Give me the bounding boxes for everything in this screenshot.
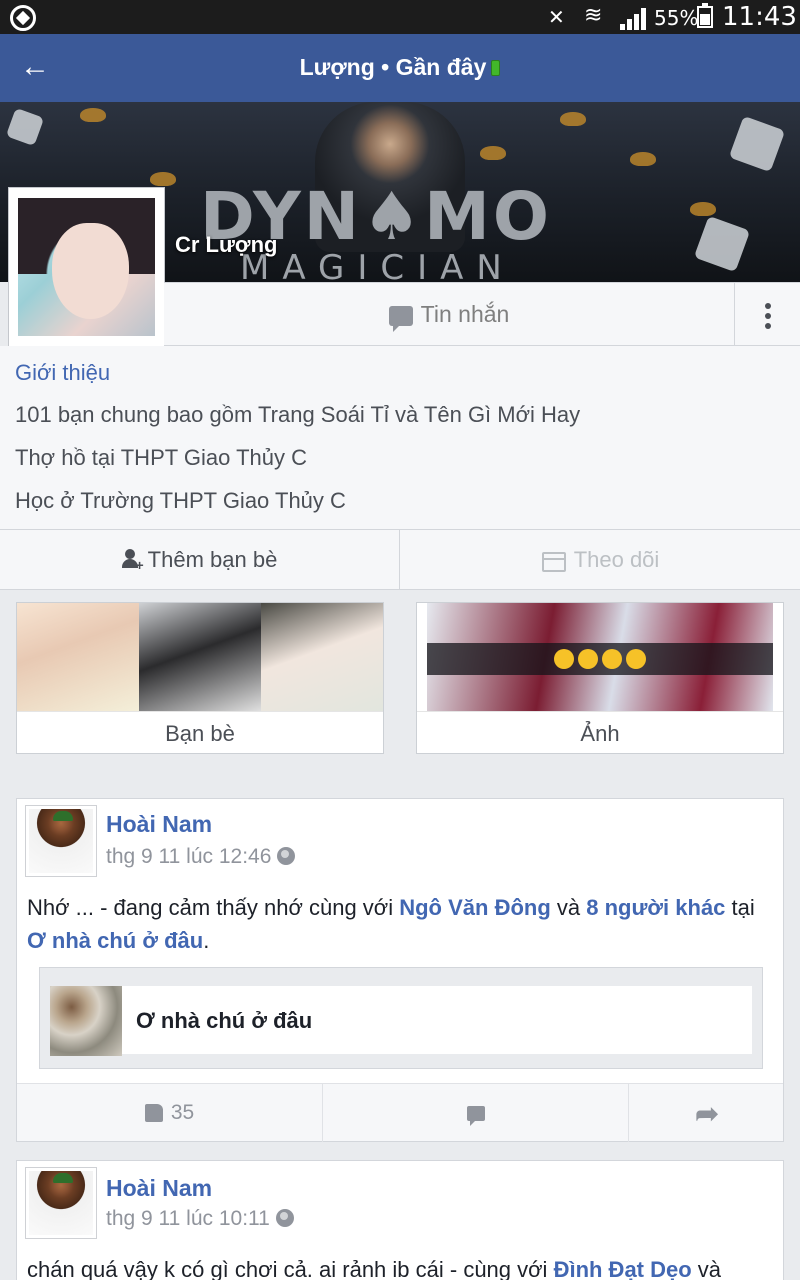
status-bar: ✕ ≋ 55% 11:43 [0, 0, 800, 34]
battery-icon [697, 3, 713, 28]
share-icon: ➦ [695, 1097, 719, 1129]
post-body: Nhớ ... - đang cảm thấy nhớ cùng với Ngô… [27, 891, 773, 957]
wifi-icon: ≋ [584, 3, 603, 28]
place-name: Ơ nhà chú ở đâu [136, 1008, 313, 1033]
post-timestamp[interactable]: thg 9 11 lúc 12:46 [106, 845, 296, 869]
add-friend-button[interactable]: + Thêm bạn bè [0, 530, 400, 589]
post-body: chán quá vậy k có gì chơi cả. ai rảnh ib… [27, 1253, 773, 1280]
dice-icon [728, 115, 786, 173]
online-status-icon [491, 60, 501, 76]
add-friend-icon: + [121, 548, 144, 572]
follow-label: Theo dõi [573, 546, 660, 572]
friends-thumbnails [17, 603, 383, 711]
like-button[interactable]: 35 [17, 1084, 323, 1142]
friends-card-label: Bạn bè [17, 711, 383, 755]
comment-icon [466, 1105, 485, 1126]
butterfly-icon [480, 146, 506, 160]
emoji-icon [554, 649, 574, 669]
profile-action-bar: Tin nhắn [164, 282, 800, 346]
more-options-button[interactable] [734, 283, 800, 345]
profile-picture[interactable] [8, 187, 165, 347]
nav-title-text: Lượng • Gần đây [299, 54, 487, 80]
intro-section: Giới thiệu 101 bạn chung bao gồm Trang S… [0, 346, 800, 530]
butterfly-icon [150, 172, 176, 186]
like-count: 35 [170, 1101, 195, 1124]
photo-thumbnail [427, 603, 773, 711]
place-card[interactable]: Ơ nhà chú ở đâu [39, 967, 763, 1069]
top-nav-bar: ← Lượng • Gần đây [0, 34, 800, 102]
post-action-bar: 35 ➦ [17, 1083, 785, 1142]
follow-icon [541, 551, 566, 572]
signal-icon [620, 8, 648, 30]
intro-title[interactable]: Giới thiệu [15, 360, 110, 386]
photos-thumbnails [417, 603, 783, 711]
profile-name: Cr Lượng [175, 232, 278, 257]
post-timestamp[interactable]: thg 9 11 lúc 10:11 [106, 1207, 294, 1231]
comment-button[interactable] [323, 1084, 629, 1142]
butterfly-icon [690, 202, 716, 216]
clock: 11:43 [722, 2, 797, 32]
post-author-avatar[interactable] [25, 1167, 97, 1239]
photos-card[interactable]: Ảnh [416, 602, 784, 754]
work-line: Thợ hồ tại THPT Giao Thủy C [15, 445, 307, 470]
post-text: Nhớ ... - đang cảm thấy nhớ cùng với [27, 895, 400, 920]
post-author-name[interactable]: Hoài Nam [106, 1175, 212, 1202]
follow-button[interactable]: Theo dõi [401, 530, 800, 589]
post-time: thg 9 11 lúc 10:11 [106, 1207, 270, 1230]
butterfly-icon [560, 112, 586, 126]
post-author-name[interactable]: Hoài Nam [106, 811, 212, 838]
friends-card[interactable]: Bạn bè [16, 602, 384, 754]
friend-thumbnail [139, 603, 261, 711]
message-label: Tin nhắn [420, 300, 510, 327]
tagged-person-link[interactable]: Đình Đạt Dẹo [554, 1257, 692, 1280]
feed-post: Hoài Nam thg 9 11 lúc 12:46 Nhớ ... - đa… [16, 798, 784, 1142]
friend-thumbnail [17, 603, 139, 711]
emoji-icon [626, 649, 646, 669]
emoji-icon [578, 649, 598, 669]
post-text: . [203, 928, 210, 953]
like-icon [144, 1104, 163, 1122]
mutual-friends-line[interactable]: 101 bạn chung bao gồm Trang Soái Tỉ và T… [15, 402, 580, 428]
mute-icon: ✕ [548, 5, 565, 29]
message-icon [388, 306, 413, 332]
nav-title: Lượng • Gần đây [0, 54, 800, 81]
photos-card-label: Ảnh [417, 711, 783, 755]
globe-icon [275, 1209, 294, 1227]
friend-thumbnail [261, 603, 383, 711]
tagged-person-link[interactable]: Ngô Văn Đông [399, 895, 551, 920]
place-thumbnail [50, 986, 122, 1056]
cover-logo-subtitle: MAGICIAN [240, 248, 515, 282]
tagged-others-link[interactable]: 8 người khác [586, 895, 725, 920]
emoji-icon [602, 649, 622, 669]
education-line: Học ở Trường THPT Giao Thủy C [15, 488, 346, 513]
post-author-avatar[interactable] [25, 805, 97, 877]
friend-action-bar: + Thêm bạn bè Theo dõi [0, 529, 800, 590]
post-text: và [691, 1257, 722, 1280]
app-notification-icon [10, 5, 36, 31]
butterfly-icon [80, 108, 106, 122]
post-text: tại [725, 895, 755, 920]
post-text: và [550, 895, 587, 920]
globe-icon [277, 847, 296, 865]
share-button[interactable]: ➦ [629, 1084, 785, 1142]
place-link[interactable]: Ơ nhà chú ở đâu [27, 928, 203, 953]
butterfly-icon [630, 152, 656, 166]
message-button[interactable]: Tin nhắn [164, 283, 734, 345]
post-time: thg 9 11 lúc 12:46 [106, 845, 272, 868]
post-text: chán quá vậy k có gì chơi cả. ai rảnh ib… [27, 1257, 554, 1280]
dice-icon [5, 107, 45, 147]
feed-post: Hoài Nam thg 9 11 lúc 10:11 chán quá vậy… [16, 1160, 784, 1280]
battery-percent: 55% [654, 6, 699, 30]
dice-icon [693, 215, 751, 273]
add-friend-label: Thêm bạn bè [147, 546, 278, 572]
